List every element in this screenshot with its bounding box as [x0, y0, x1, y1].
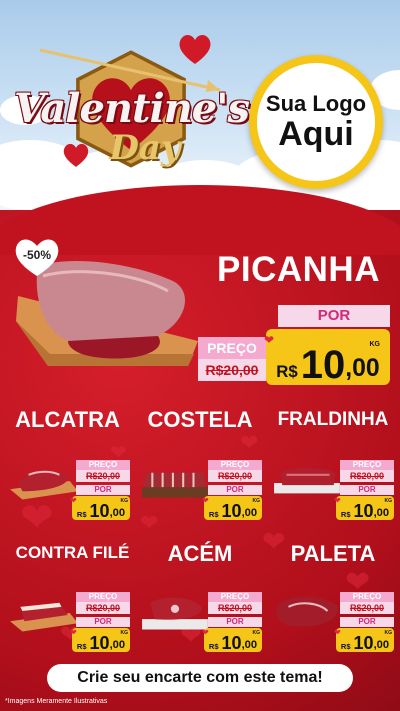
featured-product-name: PICANHA: [217, 250, 380, 289]
price-decimal: ,00: [109, 639, 126, 652]
unit-label: KG: [120, 498, 129, 504]
currency: R$: [208, 641, 219, 651]
product-name: ACÉM: [167, 541, 233, 566]
old-price: R$20,00: [76, 470, 130, 482]
product-price-box: PREÇO R$20,00 POR R$ 10,00 KG ❤: [334, 460, 396, 522]
heart-decoration-icon: ❤: [140, 510, 159, 535]
cta-banner[interactable]: Crie seu encarte com este tema!: [47, 664, 353, 692]
por-label: POR: [208, 617, 262, 627]
preco-label: PREÇO: [340, 592, 394, 602]
logo-title: Valentine's: [14, 85, 250, 132]
price-integer: 10: [89, 501, 110, 521]
heart-icon: ❤: [202, 496, 209, 505]
old-price: R$20,00: [208, 470, 262, 482]
new-price: R$ 10,00 KG: [72, 496, 130, 520]
price-integer: 10: [89, 633, 110, 653]
product-price-box: PREÇO R$20,00 POR R$ 10,00 KG ❤: [70, 592, 132, 654]
price-integer: 10: [300, 343, 346, 387]
unit-label: KG: [384, 498, 393, 504]
price-decimal: ,00: [373, 639, 390, 652]
discount-badge: -50%: [22, 248, 51, 262]
product-name: CONTRA FILÉ: [15, 543, 130, 562]
old-price: R$20,00: [76, 602, 130, 614]
preco-label: PREÇO: [340, 460, 394, 470]
old-price: R$20,00: [340, 602, 394, 614]
currency: R$: [208, 509, 219, 519]
price-integer: 10: [221, 501, 242, 521]
currency: R$: [76, 641, 87, 651]
por-label: POR: [76, 617, 130, 627]
new-price: R$ 10,00 KG: [336, 628, 394, 652]
price-decimal: ,00: [109, 507, 126, 520]
old-price: R$20,00: [208, 602, 262, 614]
heart-icon: ❤: [334, 496, 341, 505]
unit-label: KG: [384, 630, 393, 636]
price-integer: 10: [221, 633, 242, 653]
old-price: R$20,00: [198, 359, 266, 381]
por-label: POR: [208, 485, 262, 495]
product-price-box: PREÇO R$20,00 POR R$ 10,00 KG ❤: [202, 592, 264, 654]
heart-icon: ❤: [70, 628, 77, 637]
product-name: PALETA: [290, 541, 376, 566]
preco-label: PREÇO: [208, 592, 262, 602]
new-price: R$ 10,00 KG: [72, 628, 130, 652]
old-price: R$20,00: [340, 470, 394, 482]
price-integer: 10: [353, 501, 374, 521]
preco-label: PREÇO: [76, 592, 130, 602]
new-price: R$ 10,00 KG: [336, 496, 394, 520]
currency: R$: [340, 509, 351, 519]
por-label: POR: [340, 617, 394, 627]
currency: R$: [76, 509, 87, 519]
brand-line1: Sua Logo: [265, 91, 367, 116]
currency: R$: [276, 361, 298, 381]
preco-label: PREÇO: [198, 337, 266, 359]
product-price-box: PREÇO R$20,00 POR R$ 10,00 KG ❤: [334, 592, 396, 654]
heart-icon: [179, 34, 211, 64]
product-price-box: PREÇO R$20,00 POR R$ 10,00 KG ❤: [70, 460, 132, 522]
por-label: POR: [278, 305, 390, 327]
preco-label: PREÇO: [76, 460, 130, 470]
heart-icon: ❤: [70, 496, 77, 505]
preco-label: PREÇO: [208, 460, 262, 470]
heart-icon: [63, 143, 89, 167]
brand-line2: Aqui: [278, 115, 354, 153]
heart-icon: ❤: [334, 628, 341, 637]
heart-icon: ❤: [264, 333, 275, 347]
unit-label: KG: [252, 498, 261, 504]
new-price: R$ 10,00 KG: [204, 496, 262, 520]
new-price: R$ 10 ,00 KG: [266, 329, 390, 385]
product-name: FRALDINHA: [277, 409, 389, 430]
product-name: COSTELA: [147, 407, 253, 432]
price-integer: 10: [353, 633, 374, 653]
unit-label: KG: [120, 630, 129, 636]
product-price-box: PREÇO R$20,00 POR R$ 10,00 KG ❤: [202, 460, 264, 522]
footnote: *Imagens Meramente Ilustrativas: [5, 698, 108, 705]
price-decimal: ,00: [241, 507, 258, 520]
unit-label: KG: [369, 341, 381, 348]
price-decimal: ,00: [241, 639, 258, 652]
currency: R$: [340, 641, 351, 651]
heart-icon: ❤: [202, 628, 209, 637]
valentines-day-logo: Valentine's Day: [10, 30, 250, 180]
por-label: POR: [340, 485, 394, 495]
product-name: ALCATRA: [15, 407, 120, 432]
price-decimal: ,00: [373, 507, 390, 520]
heart-decoration-icon: ❤: [240, 430, 259, 455]
logo-subtitle: Day: [109, 128, 181, 168]
brand-logo-placeholder: Sua Logo Aqui: [249, 55, 383, 189]
price-decimal: ,00: [345, 355, 380, 383]
por-label: POR: [76, 485, 130, 495]
new-price: R$ 10,00 KG: [204, 628, 262, 652]
unit-label: KG: [252, 630, 261, 636]
featured-price-box: PREÇO R$20,00 POR R$ 10 ,00 KG ❤: [198, 305, 393, 390]
